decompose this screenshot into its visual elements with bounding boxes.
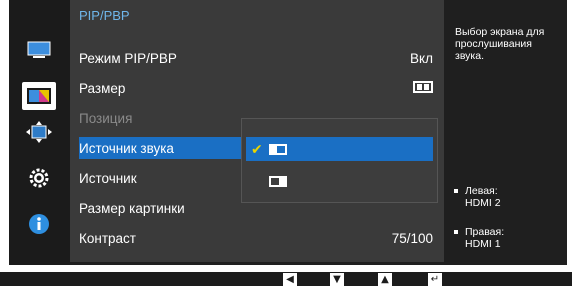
- info-panel: Выбор экрана для прослушивания звука. Ле…: [453, 0, 567, 265]
- legend-left-value: HDMI 2: [465, 197, 501, 209]
- legend-right-value: HDMI 1: [465, 238, 501, 250]
- menu-item-label: Контраст: [79, 230, 136, 246]
- enter-key-icon[interactable]: ↵: [428, 273, 442, 286]
- category-sidebar: [9, 0, 70, 265]
- sound-source-option-left[interactable]: ✔: [246, 137, 433, 161]
- menu-item-pip-mode[interactable]: Режим PIP/PBP Вкл: [79, 47, 441, 69]
- picture-icon[interactable]: [22, 36, 56, 64]
- menu-item-source[interactable]: Источник: [79, 167, 245, 189]
- menu-item-sound-source[interactable]: Источник звука: [79, 137, 245, 159]
- down-arrow-key-icon[interactable]: ▼: [330, 273, 344, 286]
- sound-source-option-right[interactable]: [246, 169, 433, 193]
- bullet-icon: [454, 230, 458, 234]
- up-arrow-key-icon[interactable]: ▲: [378, 273, 392, 286]
- menu-item-label: Позиция: [79, 110, 133, 126]
- bullet-icon: [454, 189, 458, 193]
- right-screen-icon: [269, 175, 287, 187]
- checkmark-icon: ✔: [251, 140, 263, 157]
- menu-item-size[interactable]: Размер: [79, 77, 441, 99]
- legend-right-label: Правая:: [465, 226, 505, 238]
- osd-menu: PIP/PBP Режим PIP/PBP Вкл Размер Позиция…: [9, 0, 567, 265]
- left-screen-icon: [269, 143, 287, 155]
- legend-right: Правая: HDMI 1: [454, 226, 504, 250]
- menu-item-contrast[interactable]: Контраст 75/100: [79, 227, 441, 249]
- sound-source-submenu: ✔: [241, 118, 438, 203]
- menu-item-label: Размер: [79, 80, 126, 96]
- size-position-icon[interactable]: [22, 118, 56, 146]
- menu-item-label: Источник звука: [79, 140, 174, 156]
- menu-item-value: Вкл: [410, 50, 433, 66]
- left-arrow-key-icon[interactable]: ◀: [283, 273, 297, 286]
- settings-gear-icon[interactable]: [22, 164, 56, 192]
- help-description: Выбор экрана для прослушивания звука.: [455, 26, 545, 62]
- menu-item-label: Источник: [79, 170, 137, 186]
- menu-item-value: 75/100: [391, 230, 433, 246]
- legend-left: Левая: HDMI 2: [454, 185, 501, 209]
- legend-left-label: Левая:: [465, 185, 498, 197]
- menu-item-label: Размер картинки: [79, 200, 185, 216]
- menu-item-label: Режим PIP/PBP: [79, 50, 177, 66]
- menu-item-picture-size[interactable]: Размер картинки: [79, 197, 245, 219]
- navigation-bar: ◀ ▼ ▲ ↵: [0, 272, 572, 286]
- color-icon[interactable]: [22, 82, 56, 110]
- menu-title: PIP/PBP: [79, 8, 130, 23]
- split-screen-icon: [413, 80, 433, 96]
- info-icon[interactable]: [22, 210, 56, 238]
